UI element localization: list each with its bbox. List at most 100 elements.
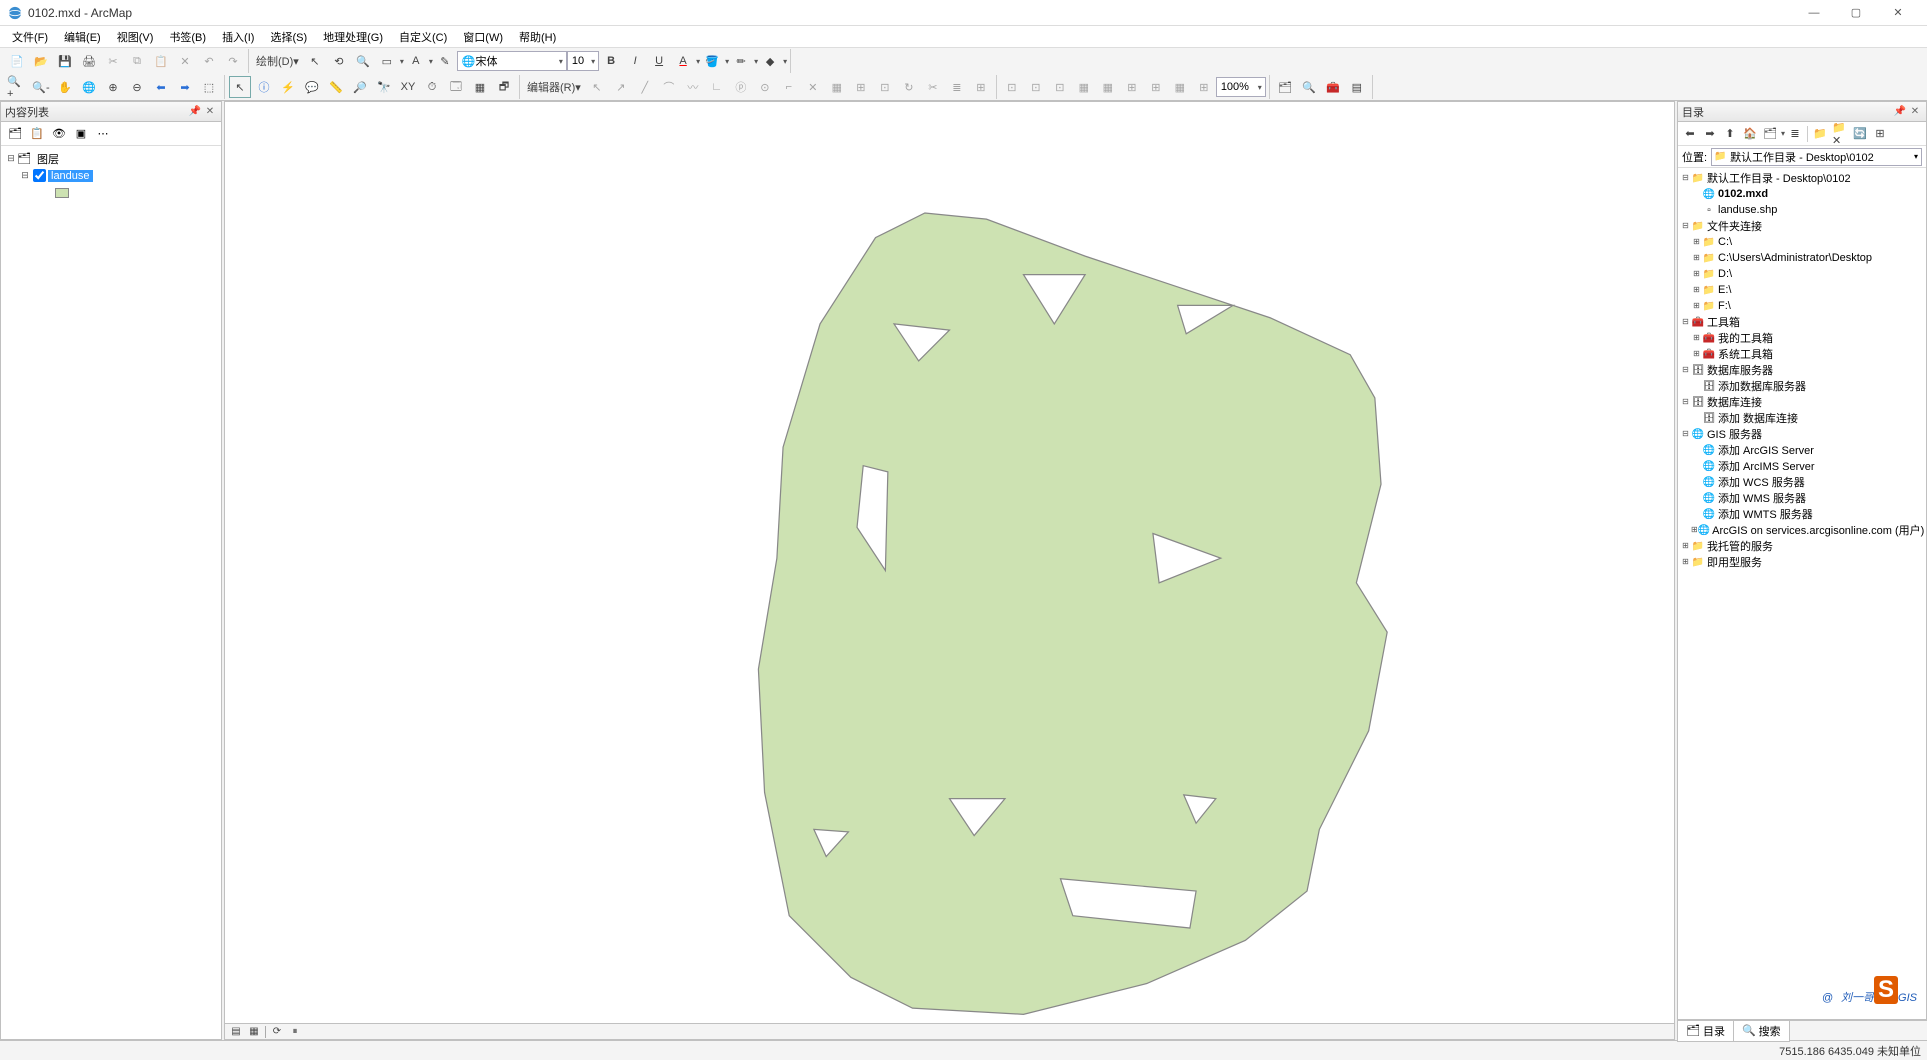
georef-7-button[interactable]: ⊞ bbox=[1145, 76, 1167, 98]
list-by-source-button[interactable]: 📋 bbox=[27, 124, 47, 144]
cat-fwd-button[interactable]: ➡ bbox=[1701, 125, 1719, 143]
georef-2-button[interactable]: ⊡ bbox=[1025, 76, 1047, 98]
arc-segment-button[interactable]: ⌒ bbox=[658, 76, 680, 98]
data-view-button[interactable]: ▤ bbox=[229, 1025, 243, 1039]
pan-button[interactable]: ✋ bbox=[54, 76, 76, 98]
edit-vertices-button[interactable]: ✎ bbox=[434, 50, 456, 72]
identify-button[interactable]: ⓘ bbox=[253, 76, 275, 98]
cat-system-toolbox[interactable]: ⊞🧰系统工具箱 bbox=[1680, 346, 1924, 362]
menu-insert[interactable]: 插入(I) bbox=[214, 27, 262, 47]
menu-geoprocessing[interactable]: 地理处理(G) bbox=[315, 27, 391, 47]
rectangle-dropdown[interactable]: ▭▾ bbox=[375, 50, 404, 72]
cut-button[interactable]: ✂ bbox=[102, 50, 124, 72]
cat-add-db-server[interactable]: 🗄添加数据库服务器 bbox=[1680, 378, 1924, 394]
create-features-button[interactable]: ⊞ bbox=[970, 76, 992, 98]
cat-toggle-button[interactable]: ⊞ bbox=[1871, 125, 1889, 143]
georef-9-button[interactable]: ⊞ bbox=[1193, 76, 1215, 98]
rotate-button[interactable]: ⟲ bbox=[328, 50, 350, 72]
rotate-edit-button[interactable]: ↻ bbox=[898, 76, 920, 98]
attributes-button[interactable]: ≣ bbox=[946, 76, 968, 98]
location-select[interactable]: 默认工作目录 - Desktop\0102 bbox=[1711, 148, 1922, 166]
list-by-drawing-button[interactable]: 🗂 bbox=[5, 124, 25, 144]
underline-button[interactable]: U bbox=[648, 50, 670, 72]
edit-annotation-button[interactable]: ↗ bbox=[610, 76, 632, 98]
pause-button[interactable]: ⏸ bbox=[288, 1025, 302, 1039]
print-button[interactable]: 🖨 bbox=[78, 50, 100, 72]
copy-button[interactable]: ⧉ bbox=[126, 50, 148, 72]
cat-add-wms-server[interactable]: 🌐添加 WMS 服务器 bbox=[1680, 490, 1924, 506]
edit-tool-button[interactable]: ↖ bbox=[586, 76, 608, 98]
map-area[interactable]: ▤ ▦ ⟳ ⏸ bbox=[224, 101, 1675, 1040]
cat-add-wmts-server[interactable]: 🌐添加 WMTS 服务器 bbox=[1680, 506, 1924, 522]
snap-button[interactable]: ⊡ bbox=[874, 76, 896, 98]
cat-hosted-services[interactable]: ⊞📁我托管的服务 bbox=[1680, 538, 1924, 554]
redo-button[interactable]: ↷ bbox=[222, 50, 244, 72]
select-features-button[interactable]: ⬚ bbox=[198, 76, 220, 98]
layer-visibility-checkbox[interactable] bbox=[33, 169, 46, 182]
draw-label[interactable]: 绘制(D)▾ bbox=[252, 53, 303, 69]
menu-bookmark[interactable]: 书签(B) bbox=[161, 27, 214, 47]
georef-1-button[interactable]: ⊡ bbox=[1001, 76, 1023, 98]
open-button[interactable]: 📂 bbox=[30, 50, 52, 72]
zoom-out-button[interactable]: 🔍- bbox=[30, 76, 52, 98]
midpoint-button[interactable]: ⓟ bbox=[730, 76, 752, 98]
straight-segment-button[interactable]: ╱ bbox=[634, 76, 656, 98]
menu-help[interactable]: 帮助(H) bbox=[511, 27, 564, 47]
text-dropdown[interactable]: A▾ bbox=[404, 50, 433, 72]
cat-disconnect-button[interactable]: 📁✕ bbox=[1831, 125, 1849, 143]
cat-add-db-conn[interactable]: 🗄添加 数据库连接 bbox=[1680, 410, 1924, 426]
goto-xy-button[interactable]: XY bbox=[397, 76, 419, 98]
cat-ready-services[interactable]: ⊞📁即用型服务 bbox=[1680, 554, 1924, 570]
select-element-button[interactable]: ↖ bbox=[304, 50, 326, 72]
toc-layer-landuse[interactable]: ⊟landuse bbox=[3, 167, 219, 184]
cat-mxd-file[interactable]: 🌐0102.mxd bbox=[1680, 186, 1924, 202]
right-angle-button[interactable]: ∟ bbox=[706, 76, 728, 98]
toc-close-button[interactable]: ✕ bbox=[203, 105, 217, 119]
full-extent-button[interactable]: 🌐 bbox=[78, 76, 100, 98]
fill-color-button[interactable]: 🪣▾ bbox=[700, 50, 729, 72]
cat-add-wcs-server[interactable]: 🌐添加 WCS 服务器 bbox=[1680, 474, 1924, 490]
cat-shp-file[interactable]: ▫landuse.shp bbox=[1680, 202, 1924, 218]
menu-select[interactable]: 选择(S) bbox=[262, 27, 315, 47]
layout-view-button[interactable]: ▦ bbox=[247, 1025, 261, 1039]
georef-3-button[interactable]: ⊡ bbox=[1049, 76, 1071, 98]
map-canvas[interactable] bbox=[225, 102, 1674, 1039]
toc-pin-button[interactable]: 📌 bbox=[188, 105, 202, 119]
hyperlink-button[interactable]: ⚡ bbox=[277, 76, 299, 98]
cat-gis-servers[interactable]: ⊟🌐GIS 服务器 bbox=[1680, 426, 1924, 442]
find-route-button[interactable]: 🔭 bbox=[373, 76, 395, 98]
cat-tree-button[interactable]: ≣ bbox=[1786, 125, 1804, 143]
georef-6-button[interactable]: ⊞ bbox=[1121, 76, 1143, 98]
distance-button[interactable]: ⊙ bbox=[754, 76, 776, 98]
cat-drive-f[interactable]: ⊞📁F:\ bbox=[1680, 298, 1924, 314]
toc-root[interactable]: ⊟🗂图层 bbox=[3, 150, 219, 167]
cat-drive-desktop[interactable]: ⊞📁C:\Users\Administrator\Desktop bbox=[1680, 250, 1924, 266]
prev-extent-button[interactable]: ⬅ bbox=[150, 76, 172, 98]
georef-5-button[interactable]: ▦ bbox=[1097, 76, 1119, 98]
edit-sketch-button[interactable]: ▦ bbox=[826, 76, 848, 98]
toc-options-button[interactable]: ⋯ bbox=[93, 124, 113, 144]
cat-home-button[interactable]: 🏠 bbox=[1741, 125, 1759, 143]
save-button[interactable]: 💾 bbox=[54, 50, 76, 72]
cat-refresh-button[interactable]: 🔄 bbox=[1851, 125, 1869, 143]
sketch-props-button[interactable]: ⊞ bbox=[850, 76, 872, 98]
intersection-button[interactable]: ✕ bbox=[802, 76, 824, 98]
font-select[interactable]: 🌐 宋体 bbox=[457, 51, 567, 71]
catalog-pin-button[interactable]: 📌 bbox=[1893, 105, 1907, 119]
cat-options-button[interactable]: 🗂▾ bbox=[1760, 125, 1785, 143]
cat-home-folder[interactable]: ⊟📁默认工作目录 - Desktop\0102 bbox=[1680, 170, 1924, 186]
cat-connect-folder-button[interactable]: 📁 bbox=[1811, 125, 1829, 143]
undo-button[interactable]: ↶ bbox=[198, 50, 220, 72]
time-slider-button[interactable]: ⏱ bbox=[421, 76, 443, 98]
next-extent-button[interactable]: ➡ bbox=[174, 76, 196, 98]
cat-db-connections[interactable]: ⊟🗄数据库连接 bbox=[1680, 394, 1924, 410]
menu-edit[interactable]: 编辑(E) bbox=[56, 27, 109, 47]
font-size-select[interactable]: 10 bbox=[567, 51, 599, 71]
arctoolbox-button[interactable]: 🧰 bbox=[1322, 76, 1344, 98]
cat-drive-c[interactable]: ⊞📁C:\ bbox=[1680, 234, 1924, 250]
cat-add-arcims-server[interactable]: 🌐添加 ArcIMS Server bbox=[1680, 458, 1924, 474]
tab-catalog[interactable]: 🗂目录 bbox=[1677, 1020, 1734, 1042]
zoom-in-button[interactable]: 🔍+ bbox=[6, 76, 28, 98]
zoom-shape-button[interactable]: 🔍 bbox=[352, 50, 374, 72]
cat-toolboxes[interactable]: ⊟🧰工具箱 bbox=[1680, 314, 1924, 330]
